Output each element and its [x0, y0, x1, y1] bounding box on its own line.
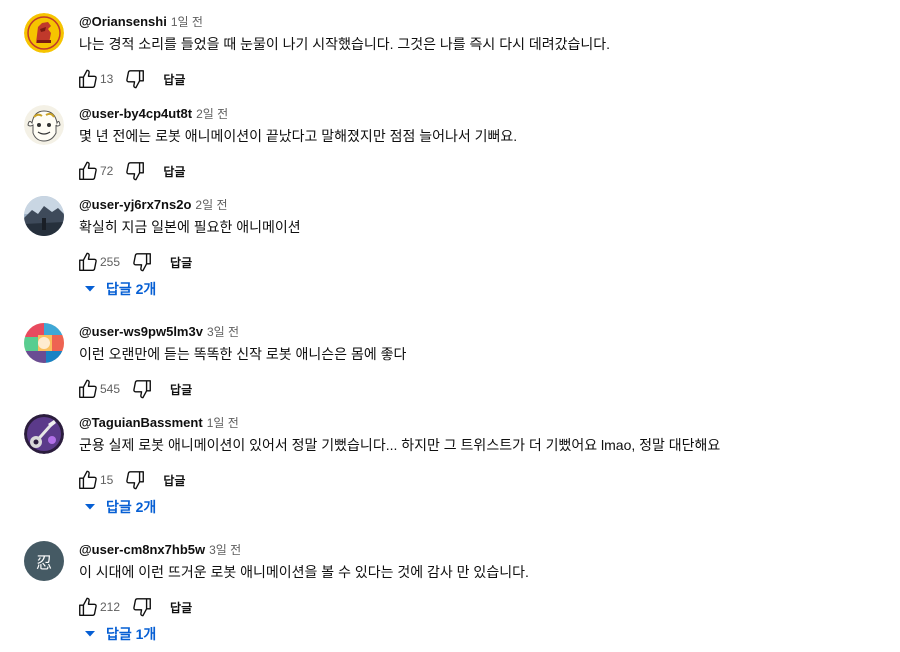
view-replies-label: 답글 2개 — [106, 499, 157, 515]
comment-time[interactable]: 2일 전 — [196, 107, 228, 121]
thumbs-down-icon — [133, 598, 151, 617]
avatar-letter: 忍 — [35, 553, 52, 572]
dislike-button[interactable] — [126, 591, 158, 623]
comment-header: @Oriansenshi 1일 전 — [79, 13, 203, 31]
comment-author[interactable]: @TaguianBassment — [79, 415, 203, 430]
comment-text: 이 시대에 이런 뜨거운 로봇 애니메이션을 볼 수 있다는 것에 감사 만 있… — [79, 564, 529, 580]
like-count: 15 — [100, 473, 114, 487]
comment-author[interactable]: @user-cm8nx7hb5w — [79, 542, 205, 557]
like-count: 212 — [100, 600, 121, 614]
thumbs-down-icon — [133, 253, 151, 272]
comment-time[interactable]: 1일 전 — [207, 416, 239, 430]
thumbs-down-icon — [133, 380, 151, 399]
dislike-button[interactable] — [126, 373, 158, 405]
letter-avatar[interactable]: 忍 — [24, 541, 64, 581]
reply-button[interactable]: 답글 — [163, 472, 185, 489]
comment-header: @user-by4cp4ut8t 2일 전 — [79, 105, 228, 123]
comment-actions: 72 답글 — [72, 155, 185, 187]
comment-text: 확실히 지금 일본에 필요한 애니메이션 — [79, 219, 301, 235]
colorful-collage-avatar[interactable] — [24, 323, 64, 363]
thumbs-up-icon — [79, 252, 97, 271]
view-replies-button[interactable]: 답글 1개 — [80, 622, 156, 646]
thumbs-up-icon — [79, 69, 97, 88]
comment-text: 나는 경적 소리를 들었을 때 눈물이 나기 시작했습니다. 그것은 나를 즉시… — [79, 36, 611, 52]
reply-button[interactable]: 답글 — [163, 163, 185, 180]
dislike-button[interactable] — [126, 246, 158, 278]
view-replies-button[interactable]: 답글 2개 — [80, 495, 156, 519]
thumbs-down-icon — [126, 471, 145, 490]
reply-button[interactable]: 답글 — [170, 381, 192, 398]
thumbs-down-icon — [126, 70, 145, 89]
dislike-button[interactable] — [119, 63, 151, 95]
dislike-button[interactable] — [119, 464, 151, 496]
comment-text: 이런 오랜만에 듣는 똑똑한 신작 로봇 애니슨은 몸에 좋다 — [79, 346, 407, 362]
reply-button[interactable]: 답글 — [170, 254, 192, 271]
comment-author[interactable]: @user-yj6rx7ns2o — [79, 197, 191, 212]
like-count: 72 — [100, 164, 114, 178]
comment-author[interactable]: @user-by4cp4ut8t — [79, 106, 192, 121]
comment-header: @user-ws9pw5lm3v 3일 전 — [79, 323, 239, 341]
caret-down-icon — [80, 279, 100, 299]
view-replies-label: 답글 2개 — [106, 281, 157, 297]
cartoon-face-avatar[interactable] — [24, 105, 64, 145]
comment-header: @user-cm8nx7hb5w 3일 전 — [79, 541, 241, 559]
like-count: 545 — [100, 382, 121, 396]
comment-time[interactable]: 2일 전 — [195, 198, 227, 212]
comment-time[interactable]: 3일 전 — [209, 543, 241, 557]
comment-time[interactable]: 3일 전 — [207, 325, 239, 339]
comment-time[interactable]: 1일 전 — [171, 15, 203, 29]
comment-author[interactable]: @Oriansenshi — [79, 14, 167, 29]
guitar-art-avatar[interactable] — [24, 414, 64, 454]
comment-text: 몇 년 전에는 로봇 애니메이션이 끝났다고 말해졌지만 점점 늘어나서 기뻐요… — [79, 128, 518, 144]
emblem-avatar[interactable] — [24, 13, 64, 53]
comment-actions: 545 답글 — [72, 373, 192, 405]
caret-down-icon — [80, 497, 100, 517]
like-count: 13 — [100, 72, 114, 86]
landscape-photo-avatar[interactable] — [24, 196, 64, 236]
caret-down-icon — [80, 624, 100, 644]
view-replies-label: 답글 1개 — [106, 626, 157, 642]
comment-header: @user-yj6rx7ns2o 2일 전 — [79, 196, 228, 214]
comment-actions: 15 답글 — [72, 464, 185, 496]
thumbs-down-icon — [126, 162, 145, 181]
like-count: 255 — [100, 255, 121, 269]
comment-actions: 255 답글 — [72, 246, 192, 278]
dislike-button[interactable] — [119, 155, 151, 187]
thumbs-up-icon — [79, 597, 97, 616]
comment-header: @TaguianBassment 1일 전 — [79, 414, 239, 432]
view-replies-button[interactable]: 답글 2개 — [80, 277, 156, 301]
thumbs-up-icon — [79, 379, 97, 398]
thumbs-up-icon — [79, 161, 97, 180]
comment-text: 군용 실제 로봇 애니메이션이 있어서 정말 기뻤습니다... 하지만 그 트위… — [79, 437, 721, 453]
reply-button[interactable]: 답글 — [163, 71, 185, 88]
thumbs-up-icon — [79, 470, 97, 489]
comment-actions: 212 답글 — [72, 591, 192, 623]
comment-author[interactable]: @user-ws9pw5lm3v — [79, 324, 203, 339]
reply-button[interactable]: 답글 — [170, 599, 192, 616]
comment-actions: 13 답글 — [72, 63, 185, 95]
